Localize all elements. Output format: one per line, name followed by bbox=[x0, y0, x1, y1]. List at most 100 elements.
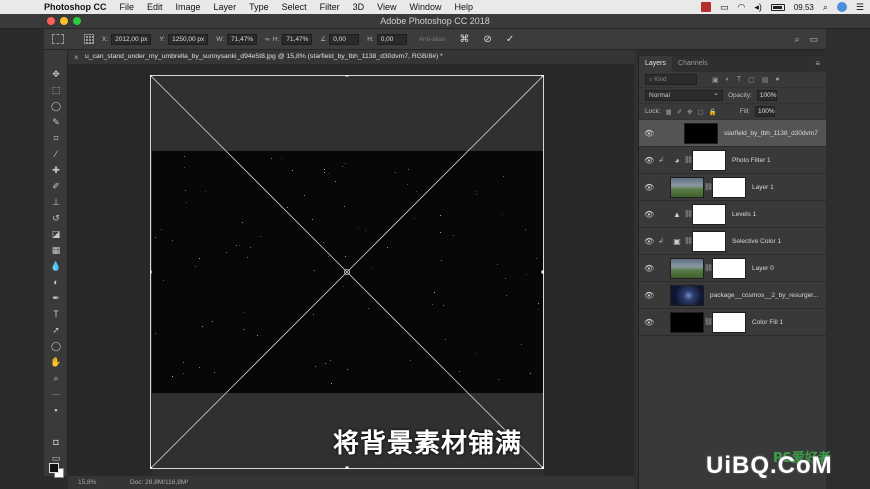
free-transform-box[interactable] bbox=[150, 75, 544, 469]
h-input[interactable]: 71,47% bbox=[282, 33, 313, 45]
lock-artboard-icon[interactable]: ▢ bbox=[698, 108, 704, 116]
visibility-eye-icon[interactable]: 👁 bbox=[644, 129, 658, 138]
move-tool-icon[interactable]: ✥ bbox=[50, 68, 62, 80]
transform-handle[interactable] bbox=[150, 75, 152, 77]
transform-tool-icon[interactable] bbox=[52, 34, 64, 44]
lock-all-icon[interactable]: 🔒 bbox=[709, 108, 717, 116]
transform-handle[interactable] bbox=[150, 466, 152, 470]
layer-mask-thumbnail[interactable] bbox=[712, 176, 746, 198]
visibility-eye-icon[interactable]: 👁 bbox=[644, 291, 658, 300]
more-tools-icon[interactable]: ··· bbox=[50, 388, 62, 400]
angle-input[interactable]: 0,00 bbox=[329, 33, 360, 45]
menu-edit[interactable]: Edit bbox=[147, 2, 163, 12]
healing-tool-icon[interactable]: ✚ bbox=[50, 164, 62, 176]
type-tool-icon[interactable]: T bbox=[50, 308, 62, 320]
transform-handle[interactable] bbox=[541, 270, 545, 274]
mask-link-icon[interactable]: ⛓ bbox=[704, 264, 713, 272]
foreground-color-swatch[interactable] bbox=[49, 463, 59, 473]
menu-window[interactable]: Window bbox=[409, 2, 441, 12]
smart-object-filter-icon[interactable]: ▤ bbox=[762, 76, 769, 84]
layer-name[interactable]: package__cosmos__2_by_resurger... bbox=[710, 292, 818, 299]
menu-3d[interactable]: 3D bbox=[353, 2, 365, 12]
app-menu[interactable]: Photoshop CC bbox=[44, 2, 107, 12]
h-skew-input[interactable]: 0,00 bbox=[376, 33, 407, 45]
layer-name[interactable]: Selective Color 1 bbox=[732, 238, 781, 245]
layer-mask-thumbnail[interactable] bbox=[712, 311, 746, 333]
lock-pixels-icon[interactable]: ✐ bbox=[677, 108, 682, 116]
clock[interactable]: 09.53 bbox=[794, 3, 814, 12]
path-select-tool-icon[interactable]: ➚ bbox=[50, 324, 62, 336]
tab-channels[interactable]: Channels bbox=[672, 56, 714, 72]
layer-name[interactable]: Layer 0 bbox=[752, 265, 774, 272]
lock-position-icon[interactable]: ✥ bbox=[687, 108, 692, 116]
transform-handle[interactable] bbox=[150, 270, 152, 274]
mask-link-icon[interactable]: ⛓ bbox=[684, 237, 693, 245]
panel-menu-icon[interactable]: ≡ bbox=[815, 59, 820, 68]
brush-tool-icon[interactable]: ✐ bbox=[50, 180, 62, 192]
opacity-input[interactable]: 100% bbox=[756, 90, 777, 101]
transform-handle[interactable] bbox=[541, 75, 545, 77]
pen-tool-icon[interactable]: ✒ bbox=[50, 292, 62, 304]
zoom-level[interactable]: 15,8% bbox=[78, 479, 96, 486]
history-brush-tool-icon[interactable]: ↺ bbox=[50, 212, 62, 224]
type-filter-icon[interactable]: T bbox=[737, 76, 741, 84]
layer-row[interactable]: 👁 ⛓ Layer 1 bbox=[639, 174, 826, 201]
layer-row[interactable]: 👁 ⛓ Layer 0 bbox=[639, 255, 826, 282]
commit-transform-icon[interactable]: ✓ bbox=[506, 34, 514, 45]
visibility-eye-icon[interactable]: 👁 bbox=[644, 237, 658, 246]
menu-image[interactable]: Image bbox=[176, 2, 201, 12]
visibility-eye-icon[interactable]: 👁 bbox=[644, 183, 658, 192]
wifi-icon[interactable]: ◠ bbox=[737, 2, 745, 13]
menu-view[interactable]: View bbox=[377, 2, 396, 12]
quick-mask-icon[interactable]: ◘ bbox=[50, 436, 62, 448]
dodge-tool-icon[interactable]: ◐ bbox=[50, 276, 62, 288]
layer-row[interactable]: 👁 package__cosmos__2_by_resurger... bbox=[639, 282, 826, 309]
status-menu-arrow-icon[interactable]: › bbox=[186, 478, 188, 485]
list-icon[interactable]: ☰ bbox=[856, 2, 864, 13]
quick-select-tool-icon[interactable]: ✎ bbox=[50, 116, 62, 128]
x-input[interactable]: 2012,00 px bbox=[111, 33, 152, 45]
shape-tool-icon[interactable]: ◯ bbox=[50, 340, 62, 352]
marquee-tool-icon[interactable]: ⬚ bbox=[50, 84, 62, 96]
default-colors-icon[interactable]: ▪ bbox=[50, 404, 62, 416]
kind-filter-select[interactable]: ⌕ Kind bbox=[645, 74, 697, 85]
menu-file[interactable]: File bbox=[120, 2, 135, 12]
record-icon[interactable] bbox=[700, 2, 711, 12]
zoom-tool-icon[interactable]: ⌕ bbox=[50, 372, 62, 384]
document-tab[interactable]: × u_can_stand_under_my_umbrella_by_sunny… bbox=[68, 50, 634, 65]
close-tab-icon[interactable]: × bbox=[74, 53, 79, 62]
visibility-eye-icon[interactable]: 👁 bbox=[644, 156, 658, 165]
transform-handle[interactable] bbox=[345, 75, 349, 77]
visibility-eye-icon[interactable]: 👁 bbox=[644, 318, 658, 327]
mask-link-icon[interactable]: ⛓ bbox=[684, 156, 693, 164]
transform-handle[interactable] bbox=[541, 466, 545, 470]
w-input[interactable]: 71,47% bbox=[227, 33, 258, 45]
menu-filter[interactable]: Filter bbox=[320, 2, 340, 12]
menu-layer[interactable]: Layer bbox=[214, 2, 237, 12]
battery-icon[interactable] bbox=[770, 3, 785, 11]
mask-link-icon[interactable]: ⛓ bbox=[704, 183, 713, 191]
layer-mask-thumbnail[interactable] bbox=[692, 149, 726, 171]
layer-mask-thumbnail[interactable] bbox=[692, 230, 726, 252]
layer-row[interactable]: 👁 ⛓ Color Fill 1 bbox=[639, 309, 826, 336]
layer-row[interactable]: 👁 ▲ ⛓ Levels 1 bbox=[639, 201, 826, 228]
crop-tool-icon[interactable]: ⌗ bbox=[50, 132, 62, 144]
filter-toggle-icon[interactable]: ● bbox=[775, 76, 779, 84]
stamp-tool-icon[interactable]: ⊥ bbox=[50, 196, 62, 208]
antialias-checkbox[interactable]: Anti-alias bbox=[419, 36, 446, 43]
gradient-tool-icon[interactable]: ▦ bbox=[50, 244, 62, 256]
airplay-icon[interactable]: ▭ bbox=[720, 2, 729, 13]
search-icon[interactable]: ⌕ bbox=[794, 34, 799, 45]
mask-link-icon[interactable]: ⛓ bbox=[704, 318, 713, 326]
eyedropper-tool-icon[interactable]: ⁄ bbox=[50, 148, 62, 160]
visibility-eye-icon[interactable]: 👁 bbox=[644, 264, 658, 273]
layer-name[interactable]: Levels 1 bbox=[732, 211, 756, 218]
blur-tool-icon[interactable]: 💧 bbox=[50, 260, 62, 272]
shape-filter-icon[interactable]: ▢ bbox=[748, 76, 755, 84]
layer-name[interactable]: starfield_by_tbh_1138_d30dvm7 bbox=[724, 130, 818, 137]
menu-help[interactable]: Help bbox=[454, 2, 473, 12]
layer-row[interactable]: 👁 ↲ ▣ ⛓ Selective Color 1 bbox=[639, 228, 826, 255]
transform-handle[interactable] bbox=[345, 466, 349, 470]
reference-point-icon[interactable] bbox=[84, 34, 94, 44]
siri-icon[interactable] bbox=[836, 2, 847, 12]
